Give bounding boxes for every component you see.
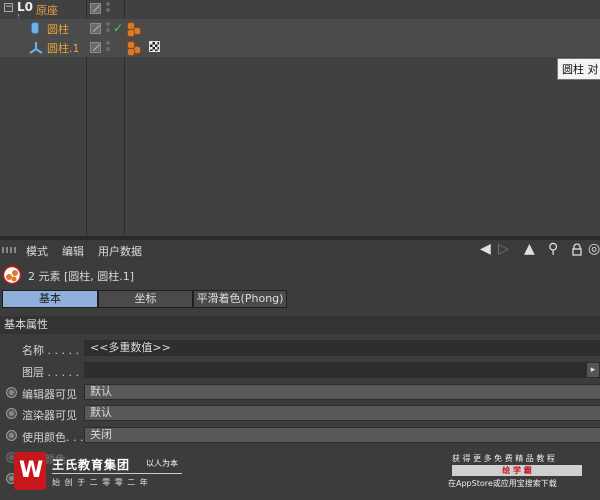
- section-header: 基本属性: [0, 316, 600, 334]
- material-tag-icon[interactable]: [149, 41, 160, 52]
- watermark-promo-block: 获 得 更 多 免 费 精 品 教 程 绘 学 霸 在AppStore或应用宝搜…: [448, 450, 598, 496]
- phong-tag-icon: [127, 29, 135, 37]
- render-visible-select[interactable]: 默认: [84, 405, 600, 421]
- layer-field[interactable]: [84, 362, 586, 378]
- object-name: 原座: [36, 4, 58, 17]
- attribute-menubar: 模式 编辑 用户数据 ◀ ▷ ▲ ⚲ ◎: [0, 240, 600, 260]
- param-label-render-visible: 渲染器可见: [22, 409, 77, 422]
- back-arrow-icon[interactable]: ◀: [480, 241, 491, 257]
- menu-edit[interactable]: 编辑: [62, 243, 84, 259]
- null-icon: L0: [17, 0, 33, 14]
- animate-radio[interactable]: [6, 387, 17, 398]
- selection-info: 2 元素 [圆柱, 圆柱.1]: [0, 262, 600, 286]
- promo-line-1: 获 得 更 多 免 费 精 品 教 程: [452, 454, 555, 463]
- brand-since: 始 创 于 二 零 零 二 年: [52, 478, 149, 487]
- watermark-logo-block: W 王氏教育集团 以人为本 始 创 于 二 零 零 二 年: [14, 452, 214, 496]
- layer-icon[interactable]: [90, 42, 101, 53]
- layer-icon[interactable]: [90, 3, 101, 14]
- multi-object-icon: [2, 265, 22, 285]
- visibility-dots-icon[interactable]: [106, 2, 110, 14]
- tooltip: 圆柱 对: [557, 58, 600, 80]
- param-label-editor-visible: 编辑器可见: [22, 388, 77, 401]
- use-color-select[interactable]: 关闭: [84, 427, 600, 443]
- menu-user-data[interactable]: 用户数据: [98, 243, 142, 259]
- visibility-dots-icon[interactable]: [106, 22, 110, 34]
- promo-line-3: 在AppStore或应用宝搜索下载: [448, 479, 557, 488]
- object-name: 圆柱: [47, 23, 69, 36]
- menu-mode[interactable]: 模式: [26, 243, 48, 259]
- cylinder-icon: [31, 22, 39, 34]
- promo-app-name: 绘 学 霸: [452, 465, 582, 476]
- forward-arrow-icon[interactable]: ▷: [498, 241, 509, 257]
- tab-phong[interactable]: 平滑着色(Phong): [193, 290, 287, 308]
- name-field[interactable]: <<多重数值>>: [84, 340, 600, 356]
- brand-name: 王氏教育集团: [52, 458, 131, 472]
- brand-logo: W: [14, 452, 46, 490]
- object-row-cylinder-1[interactable]: 圆柱.1: [0, 38, 600, 57]
- selection-count-text: 2 元素 [圆柱, 圆柱.1]: [28, 270, 135, 283]
- object-name: 圆柱.1: [47, 42, 80, 55]
- collapse-toggle-icon[interactable]: −: [4, 3, 13, 12]
- object-row-null[interactable]: − L0 原座: [0, 0, 600, 19]
- lock-icon[interactable]: [572, 243, 582, 256]
- grip-icon[interactable]: [2, 247, 16, 253]
- editor-visible-select[interactable]: 默认: [84, 384, 600, 400]
- axis-icon: [29, 40, 43, 54]
- new-window-icon[interactable]: ◎: [588, 241, 600, 257]
- cursor-icon[interactable]: ▲: [524, 241, 535, 257]
- divider: [52, 473, 182, 474]
- param-label-use-color: 使用颜色. . .: [22, 431, 84, 444]
- layer-arrow-icon[interactable]: ▸: [586, 362, 600, 378]
- object-row-cylinder[interactable]: 圆柱 ✓: [0, 19, 600, 38]
- param-label-name: 名称 . . . . .: [22, 344, 79, 357]
- tab-basic[interactable]: 基本: [2, 290, 98, 308]
- object-manager: − L0 原座 圆柱 ✓ 圆柱.1 圆柱 对: [0, 0, 600, 236]
- animate-radio[interactable]: [6, 430, 17, 441]
- layer-icon[interactable]: [90, 23, 101, 34]
- brand-slogan: 以人为本: [146, 459, 178, 468]
- enabled-check-icon[interactable]: ✓: [113, 21, 123, 35]
- search-icon[interactable]: ⚲: [548, 241, 558, 257]
- phong-tag-icon: [127, 48, 135, 56]
- param-label-layer: 图层 . . . . .: [22, 366, 79, 379]
- tab-coordinates[interactable]: 坐标: [98, 290, 193, 308]
- animate-radio[interactable]: [6, 408, 17, 419]
- visibility-dots-icon[interactable]: [106, 41, 110, 53]
